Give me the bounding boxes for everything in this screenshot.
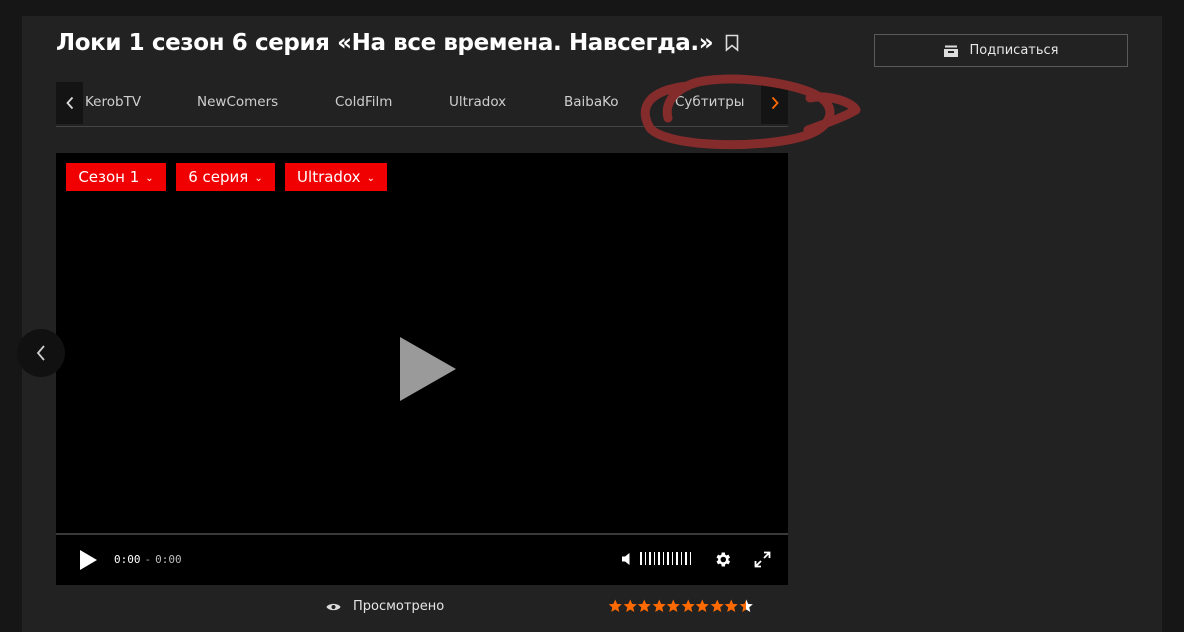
star-icon[interactable] — [739, 598, 754, 614]
watched-label: Просмотрено — [353, 599, 445, 614]
volume-icon[interactable] — [621, 552, 635, 566]
subscribe-button[interactable]: Подписаться — [874, 34, 1128, 67]
title-row: Локи 1 сезон 6 серия «На все времена. На… — [56, 30, 739, 56]
volume-bar — [671, 552, 673, 565]
play-large-icon[interactable] — [400, 337, 456, 401]
volume-bar — [644, 552, 646, 565]
tabs-next-button[interactable] — [761, 82, 788, 124]
play-icon[interactable] — [78, 549, 98, 571]
tab-kerobtv[interactable]: KerobTV — [85, 94, 141, 110]
star-icon[interactable] — [710, 598, 725, 614]
volume-bar — [649, 552, 651, 565]
volume-slider[interactable] — [640, 552, 691, 565]
volume-bar — [653, 552, 655, 565]
chevron-left-icon — [36, 345, 45, 361]
tab-subtitles[interactable]: Субтитры — [675, 94, 744, 110]
volume-bar — [685, 552, 687, 565]
volume-bar — [662, 552, 664, 565]
inbox-icon — [943, 45, 958, 57]
chevron-down-icon: ⌄ — [366, 172, 375, 184]
chevron-right-icon — [771, 96, 779, 110]
star-icon[interactable] — [623, 598, 638, 614]
chevron-left-icon — [65, 96, 73, 110]
time-separator: - — [144, 553, 152, 566]
tabs-prev-button[interactable] — [56, 82, 83, 124]
bookmark-icon[interactable] — [725, 34, 739, 52]
star-icon[interactable] — [681, 598, 696, 614]
tab-ultradox[interactable]: Ultradox — [449, 94, 506, 110]
episode-label: 6 серия — [188, 168, 249, 186]
volume-bar — [667, 552, 669, 565]
video-player[interactable]: Сезон 1 ⌄ 6 серия ⌄ Ultradox ⌄ 0:00-0:00 — [56, 153, 788, 585]
eye-icon — [326, 603, 341, 610]
page-container: Локи 1 сезон 6 серия «На все времена. На… — [22, 16, 1162, 632]
time-duration: 0:00 — [155, 553, 182, 566]
star-icon[interactable] — [637, 598, 652, 614]
season-label: Сезон 1 — [78, 168, 140, 186]
tab-newcomers[interactable]: NewComers — [197, 94, 278, 110]
player-prev-button[interactable] — [17, 329, 65, 377]
volume-bar — [680, 552, 682, 565]
star-icon[interactable] — [652, 598, 667, 614]
episode-dropdown[interactable]: 6 серия ⌄ — [176, 163, 275, 191]
volume-bar — [689, 552, 691, 565]
voice-label: Ultradox — [297, 168, 361, 186]
page-title: Локи 1 сезон 6 серия «На все времена. На… — [56, 30, 714, 56]
time-current: 0:00 — [114, 553, 141, 566]
star-icon[interactable] — [695, 598, 710, 614]
subscribe-label: Подписаться — [969, 43, 1059, 58]
star-icon[interactable] — [724, 598, 739, 614]
tab-baibako[interactable]: BaibaKo — [564, 94, 619, 110]
voice-dropdown[interactable]: Ultradox ⌄ — [285, 163, 387, 191]
volume-bar — [676, 552, 678, 565]
volume-bar — [640, 552, 642, 565]
star-icon[interactable] — [608, 598, 623, 614]
chevron-down-icon: ⌄ — [145, 172, 154, 184]
translation-tabs: KerobTV NewComers ColdFilm Ultradox Baib… — [56, 80, 788, 127]
gear-icon[interactable] — [713, 550, 732, 569]
star-icon[interactable] — [666, 598, 681, 614]
watched-toggle[interactable]: Просмотрено — [326, 599, 444, 614]
season-dropdown[interactable]: Сезон 1 ⌄ — [66, 163, 166, 191]
tab-coldfilm[interactable]: ColdFilm — [335, 94, 392, 110]
rating-stars[interactable] — [608, 598, 753, 614]
time-display: 0:00-0:00 — [114, 553, 182, 566]
volume-bar — [658, 552, 660, 565]
progress-bar[interactable] — [56, 533, 788, 535]
chevron-down-icon: ⌄ — [254, 172, 263, 184]
fullscreen-icon[interactable] — [754, 551, 771, 568]
